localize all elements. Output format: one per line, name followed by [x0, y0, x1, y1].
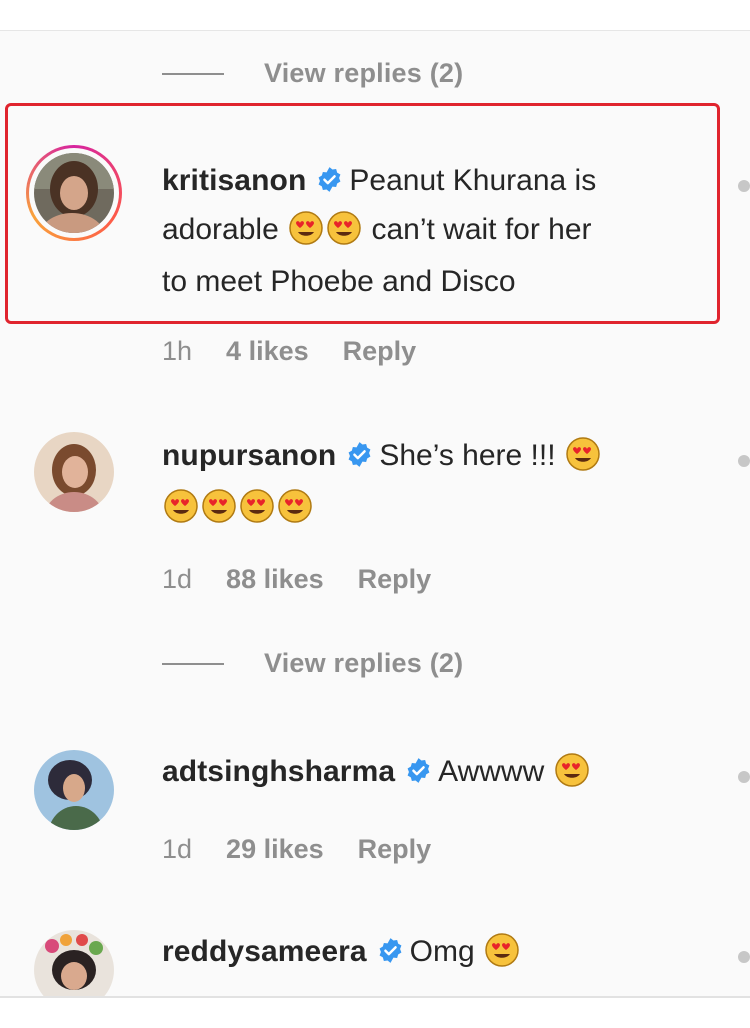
heart-eyes-emoji-icon [554, 753, 589, 801]
comment-body: kritisanon Peanut Khurana is adorable ca… [162, 158, 596, 305]
username[interactable]: reddysameera [162, 935, 367, 968]
more-options-icon[interactable] [738, 951, 750, 963]
profile-photo-icon [34, 432, 114, 512]
comment-body: nupursanon She’s here !!! [162, 433, 602, 537]
comment-text-line1: Peanut Khurana is [349, 164, 597, 197]
username[interactable]: kritisanon [162, 164, 306, 197]
heart-eyes-emoji-icon [278, 489, 312, 537]
view-replies-row[interactable]: View replies (2) [162, 648, 463, 679]
comment-time: 1h [162, 336, 193, 366]
likes-count[interactable]: 4 likes [226, 336, 309, 367]
username[interactable]: nupursanon [162, 439, 336, 472]
avatar-nupursanon[interactable] [34, 432, 114, 512]
reply-button[interactable]: Reply [358, 834, 432, 865]
bottom-strip [0, 996, 750, 1028]
heart-eyes-emoji-icon [289, 211, 323, 259]
username[interactable]: adtsinghsharma [162, 755, 395, 788]
comment-text-line2a: adorable [162, 213, 279, 246]
profile-photo-icon [34, 153, 114, 233]
more-options-icon[interactable] [738, 455, 750, 467]
heart-eyes-emoji-icon [202, 489, 236, 537]
comment-time: 1d [162, 834, 193, 864]
comment-text-line1: Omg [409, 935, 475, 968]
reply-thread-line [162, 662, 224, 665]
reply-thread-line [162, 72, 224, 75]
heart-eyes-emoji-icon [566, 437, 600, 485]
comment-text-line3: to meet Phoebe and Disco [162, 265, 516, 298]
verified-badge-icon [405, 752, 432, 798]
comment-time: 1d [162, 564, 193, 594]
reply-button[interactable]: Reply [343, 336, 417, 367]
heart-eyes-emoji-icon [164, 489, 198, 537]
comment-meta: 1d 88 likes Reply [162, 564, 431, 595]
heart-eyes-emoji-icon [485, 933, 519, 981]
heart-eyes-emoji-icon [240, 489, 274, 537]
view-replies-link[interactable]: View replies (2) [264, 648, 463, 679]
likes-count[interactable]: 29 likes [226, 834, 324, 865]
verified-badge-icon [377, 932, 404, 978]
comment-meta: 1d 29 likes Reply [162, 834, 431, 865]
comment-text-line1: She’s here !!! [379, 439, 556, 472]
verified-badge-icon [346, 436, 373, 482]
view-replies-link[interactable]: View replies (2) [264, 58, 463, 89]
comment-text-line2b: can’t wait for her [371, 213, 592, 246]
comment-text-line1: Awwww [438, 755, 545, 788]
avatar-adtsinghsharma[interactable] [34, 750, 114, 830]
more-options-icon[interactable] [738, 180, 750, 192]
comment-body: reddysameera Omg [162, 929, 521, 981]
verified-badge-icon [316, 161, 343, 207]
comment-meta: 1h 4 likes Reply [162, 336, 416, 367]
view-replies-row[interactable]: View replies (2) [162, 58, 463, 89]
more-options-icon[interactable] [738, 771, 750, 783]
comment-body: adtsinghsharma Awwww [162, 749, 591, 801]
profile-photo-icon [34, 750, 114, 830]
heart-eyes-emoji-icon [327, 211, 361, 259]
avatar-kritisanon[interactable] [34, 153, 114, 233]
top-strip [0, 0, 750, 31]
likes-count[interactable]: 88 likes [226, 564, 324, 595]
reply-button[interactable]: Reply [358, 564, 432, 595]
